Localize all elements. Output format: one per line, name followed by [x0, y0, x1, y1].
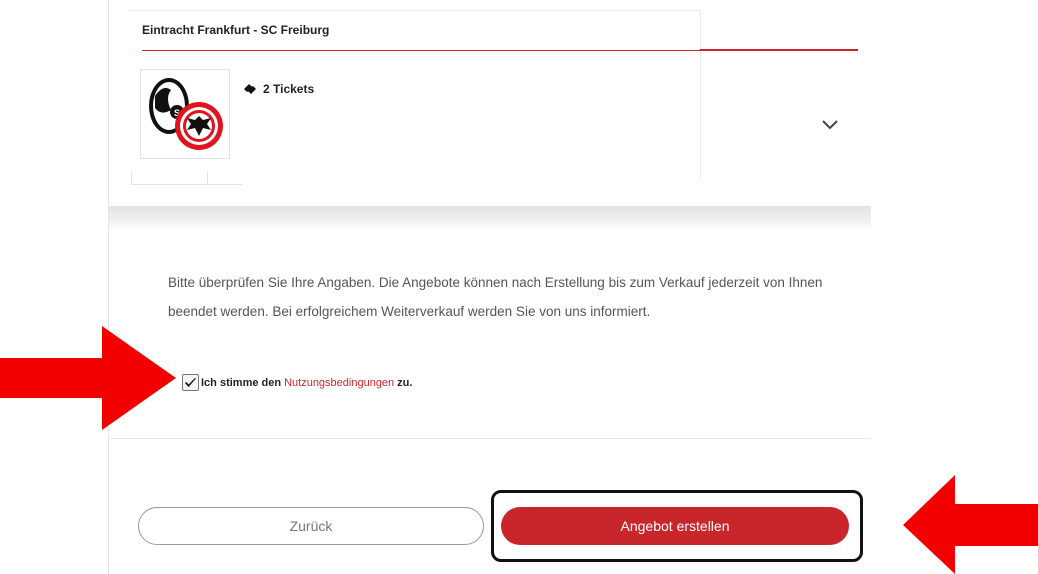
event-title-divider-accent [700, 49, 858, 51]
event-title: Eintracht Frankfurt - SC Freiburg [142, 23, 330, 37]
terms-prefix: Ich stimme den [201, 376, 282, 389]
terms-checkbox[interactable] [182, 374, 199, 391]
team-logos-image: S [149, 78, 223, 150]
annotation-arrow-right [0, 326, 176, 430]
ticket-icon [244, 84, 256, 94]
back-button[interactable]: Zurück [138, 507, 484, 545]
page: Eintracht Frankfurt - SC Freiburg S 2 Ti… [0, 0, 1038, 574]
tickets-label: 2 Tickets [263, 82, 315, 96]
check-icon [185, 377, 196, 387]
create-offer-button[interactable]: Angebot erstellen [501, 507, 849, 545]
container-border [108, 0, 109, 574]
tickets-count: 2 Tickets [243, 82, 314, 96]
card-footer-tabs [131, 172, 242, 185]
terms-suffix: zu. [397, 376, 413, 389]
event-card: Eintracht Frankfurt - SC Freiburg S 2 Ti… [128, 10, 858, 185]
section-divider [109, 438, 871, 439]
terms-row: Ich stimme den Nutzungsbedingungen zu. [182, 374, 412, 391]
terms-link[interactable]: Nutzungsbedingungen [284, 377, 394, 389]
annotation-arrow-left [903, 475, 1038, 574]
team-logos: S [140, 69, 230, 159]
chevron-down-icon[interactable] [820, 118, 840, 132]
section-shadow [109, 206, 871, 228]
info-text: Bitte überprüfen Sie Ihre Angaben. Die A… [168, 275, 823, 319]
